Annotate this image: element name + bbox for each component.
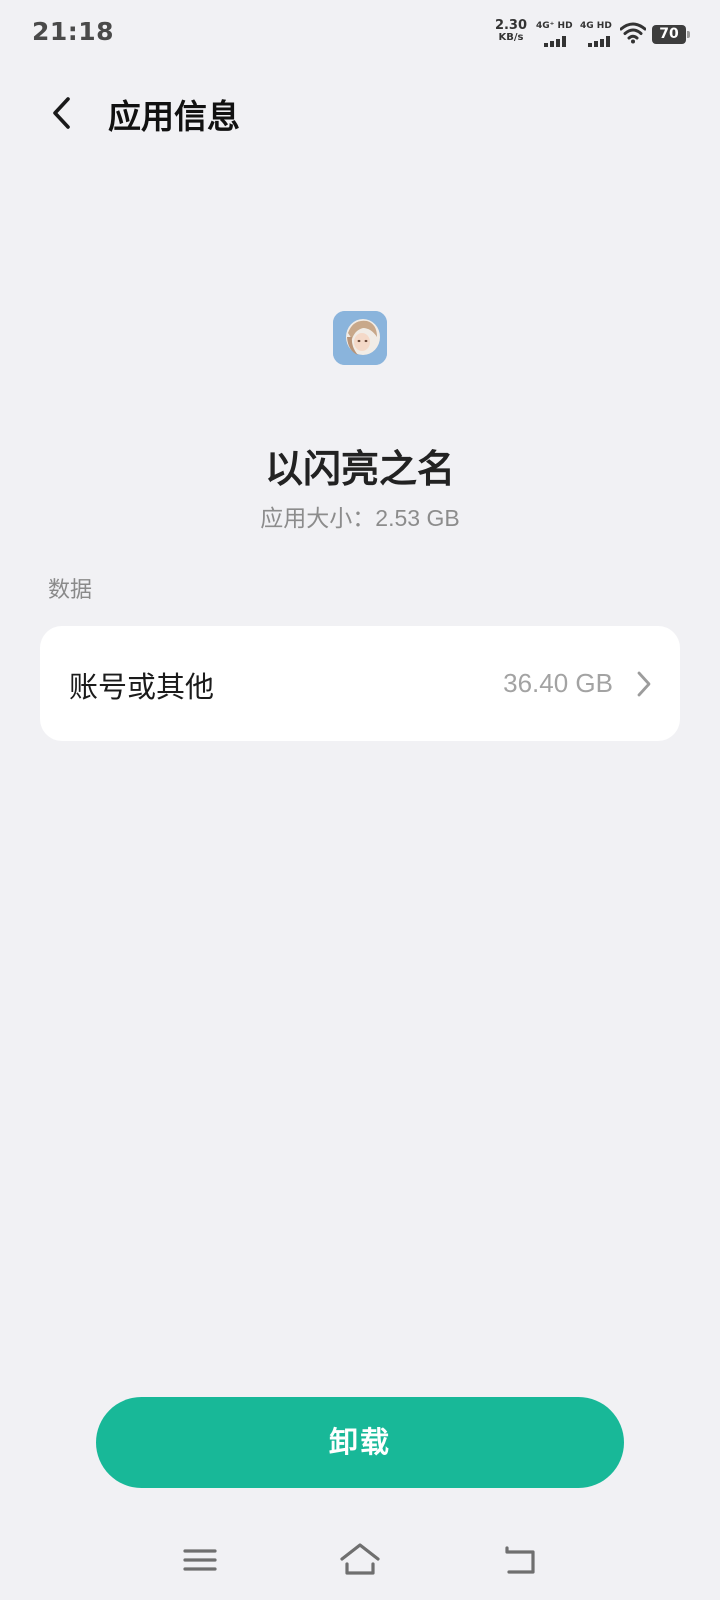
account-data-row[interactable]: 账号或其他 36.40 GB: [40, 626, 680, 741]
page-title: 应用信息: [108, 97, 240, 136]
sim1-signal-icon: 4G⁺ HD: [536, 21, 574, 47]
app-size-value: 2.53 GB: [375, 505, 460, 531]
back-button[interactable]: [36, 88, 86, 138]
sim1-label: 4G⁺ HD: [536, 21, 573, 31]
sim2-signal-icon: 4G HD: [580, 21, 618, 47]
app-name: 以闪亮之名: [264, 447, 455, 491]
battery-icon: 70: [652, 25, 690, 44]
uninstall-button[interactable]: 卸载: [96, 1397, 624, 1488]
return-icon[interactable]: [499, 1540, 543, 1580]
chevron-right-icon: [637, 671, 651, 697]
account-data-size: 36.40 GB: [503, 668, 613, 698]
account-data-label: 账号或其他: [69, 670, 215, 704]
status-time: 21:18: [32, 17, 115, 46]
net-speed-indicator: 2.30 KB/s: [493, 18, 529, 44]
net-speed-value: 2.30: [494, 18, 528, 33]
back-icon: [53, 97, 70, 129]
battery-level: 70: [652, 25, 686, 44]
app-size: 应用大小：2.53 GB: [0, 499, 720, 533]
menu-icon[interactable]: [178, 1540, 222, 1580]
wifi-icon: [620, 22, 646, 44]
sim2-label: 4G HD: [580, 21, 612, 31]
status-bar: 21:18 2.30 KB/s 4G⁺ HD 4G HD 70: [0, 0, 720, 66]
home-icon[interactable]: [338, 1540, 382, 1580]
app-size-label: 应用大小：: [260, 506, 376, 532]
data-section-label: 数据: [48, 578, 93, 603]
app-icon: [333, 311, 387, 365]
net-speed-unit: KB/s: [498, 32, 524, 43]
app-info-screen: 21:18 2.30 KB/s 4G⁺ HD 4G HD 70 应用信息 以闪亮…: [0, 0, 720, 1600]
